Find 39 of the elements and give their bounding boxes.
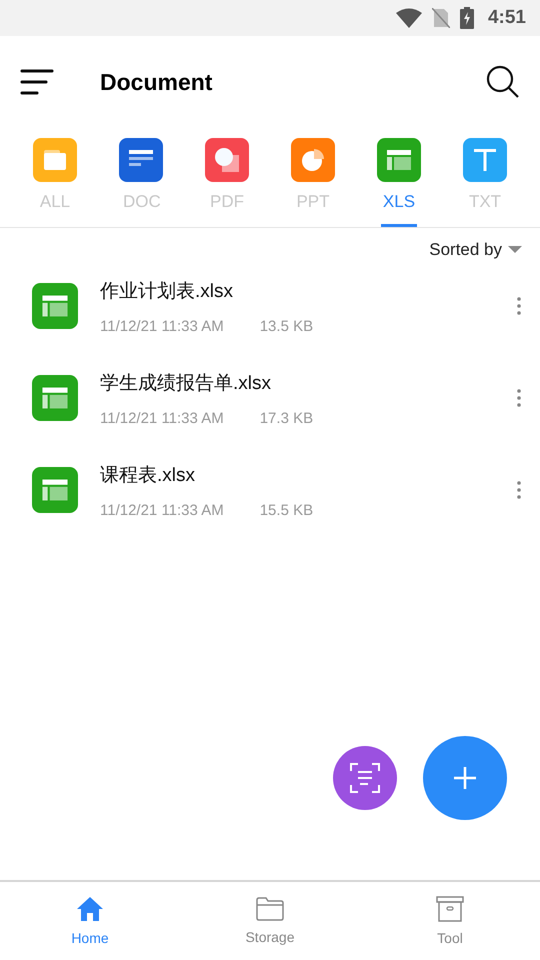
archive-box-icon: [436, 896, 464, 922]
spreadsheet-icon: [377, 138, 421, 182]
file-size: 15.5 KB: [260, 502, 314, 518]
text-icon: [463, 138, 507, 182]
home-icon: [76, 896, 104, 922]
search-button[interactable]: [486, 65, 520, 99]
wifi-icon: [396, 8, 422, 28]
document-icon: [119, 138, 163, 182]
caret-icon: [508, 246, 522, 254]
nav-tab[interactable]: Home: [0, 882, 180, 960]
page-title: Document: [100, 68, 214, 96]
file-size: 13.5 KB: [260, 318, 314, 334]
file-name[interactable]: 作业计划表.xlsx: [100, 278, 516, 304]
sort-dropdown[interactable]: Sorted by: [429, 240, 522, 260]
pie-chart-icon: [291, 138, 335, 182]
spreadsheet-icon: [32, 283, 78, 329]
pdf-icon: [205, 138, 249, 182]
more-button[interactable]: [516, 389, 522, 407]
status-time: 4:51: [488, 7, 526, 29]
nav-tab[interactable]: Tool: [360, 882, 540, 960]
nav-tab[interactable]: Storage: [180, 882, 360, 960]
file-date: 11/12/21 11:33 AM: [100, 318, 224, 334]
file-size: 17.3 KB: [260, 410, 314, 426]
more-button[interactable]: [516, 481, 522, 499]
menu-button[interactable]: [20, 69, 54, 95]
file-date: 11/12/21 11:33 AM: [100, 410, 224, 426]
spreadsheet-icon: [32, 375, 78, 421]
category-tab[interactable]: XLS: [364, 128, 434, 227]
spreadsheet-icon: [32, 467, 78, 513]
battery-charging-icon: [460, 7, 474, 29]
file-name[interactable]: 课程表.xlsx: [100, 462, 516, 488]
plus-icon: [453, 766, 477, 790]
more-button[interactable]: [516, 297, 522, 315]
no-sim-icon: [432, 8, 450, 28]
file-date: 11/12/21 11:33 AM: [100, 502, 224, 518]
file-name[interactable]: 学生成绩报告单.xlsx: [100, 370, 516, 396]
scan-icon: [349, 762, 381, 794]
folder-icon: [256, 897, 284, 921]
folder-icon: [33, 138, 77, 182]
